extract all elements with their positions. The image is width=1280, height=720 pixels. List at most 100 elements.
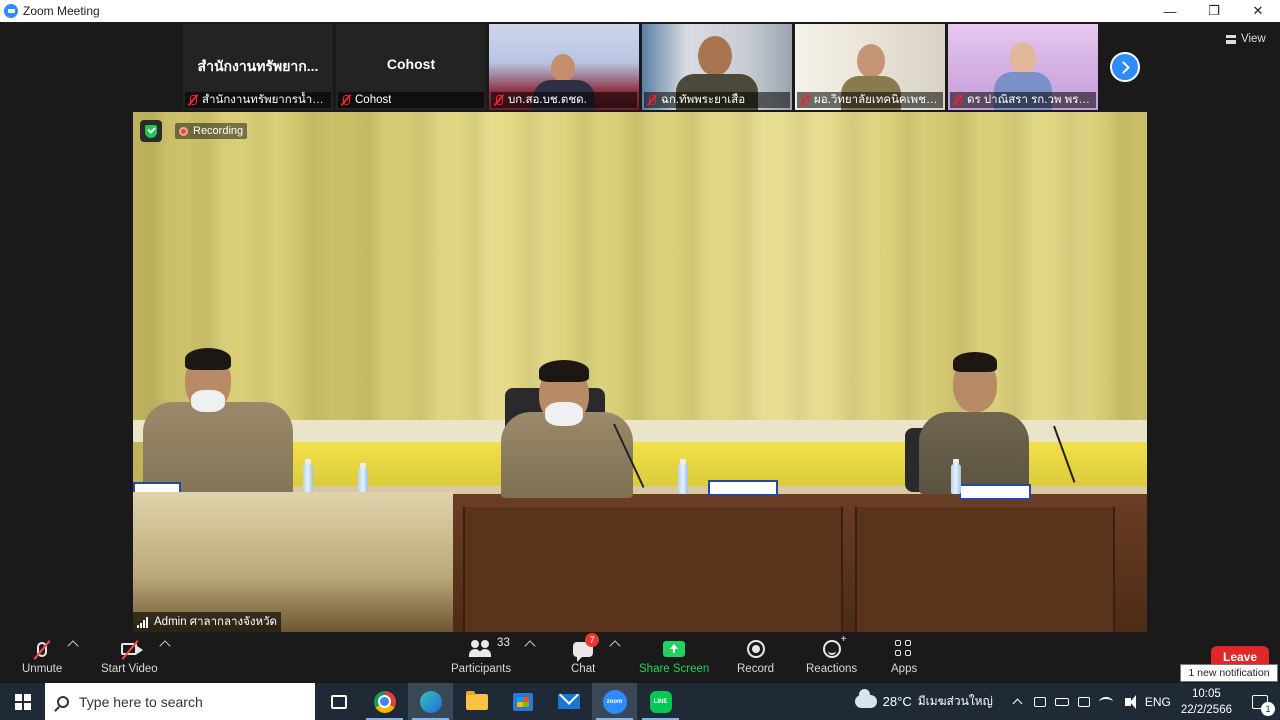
restore-button[interactable]: ❐ [1192,0,1236,22]
meeting-area: สำนักงานทรัพยาก... สำนักงานทรัพยากรน้ำที… [0,22,1280,632]
chat-button[interactable]: 7 Chat [571,633,600,675]
reactions-button[interactable]: Reactions [806,634,857,675]
chat-unread-badge: 7 [585,633,600,647]
store-taskbar-app[interactable] [500,683,545,720]
view-button[interactable]: View [1226,33,1266,45]
participants-button[interactable]: 33 Participants [451,637,511,675]
view-grid-icon [1226,34,1236,44]
participant-label: Cohost [338,92,484,108]
window-titlebar: Zoom Meeting — ❐ ✕ [0,0,1280,22]
participant-video-tile[interactable]: ผอ.วิทยาลัยเทคนิคเพชรบุรี [795,24,945,110]
participant-video-tile[interactable]: บก.สอ.บช.ตชด. [489,24,639,110]
camera-tray-icon [1033,696,1046,707]
input-language-indicator[interactable]: ENG [1145,695,1171,709]
battery-icon [1054,697,1069,706]
window-controls: — ❐ ✕ [1148,0,1280,22]
official-hair [953,352,997,372]
signal-strength-icon [137,616,150,628]
close-button[interactable]: ✕ [1236,0,1280,22]
taskbar-clock[interactable]: 10:05 22/2/2566 [1181,686,1232,718]
meet-now-tray-icon[interactable] [1029,683,1051,720]
muted-mic-icon [187,94,199,106]
apps-button[interactable]: Apps [891,638,917,675]
shield-check-icon [145,124,157,138]
face-mask [545,402,583,426]
active-speaker-video[interactable]: Recording Admin ศาลากลางจังหวัด [133,112,1147,632]
smiley-icon [822,634,847,658]
participant-video-tile[interactable]: ดร ปาณิสรา รก.วพ พระจ... [948,24,1098,110]
audio-options-chevron-icon[interactable] [67,640,79,652]
mail-icon [557,694,580,709]
system-tray: 28°C มีเมฆส่วนใหญ่ ENG 10:05 22/2/2566 1 [854,683,1280,720]
nameplate [708,480,778,496]
participant-face [857,44,885,78]
windows-taskbar: Type here to search zoom LINE 28°C มีเมฆ… [0,683,1280,720]
search-icon [57,695,69,708]
speaker-name-label: Admin ศาลากลางจังหวัด [133,612,281,632]
participant-tile[interactable]: สำนักงานทรัพยาก... สำนักงานทรัพยากรน้ำที… [183,24,333,110]
face-mask [191,390,225,412]
edge-taskbar-app[interactable] [408,683,453,720]
chat-options-chevron-icon[interactable] [609,640,621,652]
speaker-icon [1124,694,1136,709]
taskbar-search-box[interactable]: Type here to search [45,683,315,720]
weather-widget[interactable]: 28°C มีเมฆส่วนใหญ่ [854,689,993,711]
mail-taskbar-app[interactable] [546,683,591,720]
device-tray-icon[interactable] [1073,683,1095,720]
windows-logo-icon [14,693,31,710]
participant-tile[interactable]: Cohost Cohost [336,24,486,110]
minimize-button[interactable]: — [1148,0,1192,22]
water-bottle [951,459,961,494]
task-view-icon [330,694,347,709]
network-tray-icon[interactable] [1095,683,1117,720]
zoom-app-icon: zoom [602,689,627,714]
water-bottle [678,459,688,494]
meeting-controls: Unmute Start Video 33 Participants 7 Cha… [0,632,1280,683]
muted-mic-icon [799,94,811,106]
line-taskbar-app[interactable]: LINE [638,683,683,720]
participant-video-tile[interactable]: ฉก.ทัพพระยาเสือ [642,24,792,110]
participant-face [551,54,575,82]
video-options-chevron-icon[interactable] [159,640,171,652]
muted-mic-icon [340,94,352,106]
recording-indicator: Recording [175,123,248,139]
participant-display-name: สำนักงานทรัพยาก... [197,58,319,74]
water-bottle [303,459,313,494]
chrome-icon [373,690,396,713]
share-screen-button[interactable]: Share Screen [639,638,709,675]
battery-tray-icon[interactable] [1051,683,1073,720]
muted-mic-icon [493,94,505,106]
window-title: Zoom Meeting [23,4,100,18]
new-notification-tooltip[interactable]: 1 new notification [1180,664,1278,682]
participant-face [698,36,732,76]
nameplate [959,484,1031,500]
edge-icon [419,690,442,713]
next-page-chevron-icon[interactable] [1110,52,1140,82]
cloud-icon [854,689,877,708]
volume-tray-icon[interactable] [1117,683,1139,720]
participants-options-chevron-icon[interactable] [524,640,536,652]
unmute-button[interactable]: Unmute [22,638,62,675]
start-button[interactable] [0,683,45,720]
folder-icon [465,690,488,710]
record-icon [746,640,765,658]
chrome-taskbar-app[interactable] [362,683,407,720]
participant-face [1010,42,1036,74]
action-center-button[interactable]: 1 [1240,683,1280,720]
device-icon [1077,696,1090,707]
zoom-logo-icon [4,4,18,18]
start-video-button[interactable]: Start Video [101,638,158,675]
security-shield-icon[interactable] [140,120,162,142]
file-explorer-taskbar-app[interactable] [454,683,499,720]
side-table [133,492,453,632]
record-button[interactable]: Record [737,638,774,675]
official-hair [539,360,589,382]
zoom-taskbar-app[interactable]: zoom [592,683,637,720]
task-view-button[interactable] [316,683,361,720]
show-hidden-icons-button[interactable] [1007,683,1029,720]
wifi-icon [1098,696,1113,707]
participant-label: ผอ.วิทยาลัยเทคนิคเพชรบุรี [797,92,943,108]
chevron-up-icon [1012,698,1023,709]
table-panel [463,507,843,632]
share-screen-icon [663,641,686,657]
